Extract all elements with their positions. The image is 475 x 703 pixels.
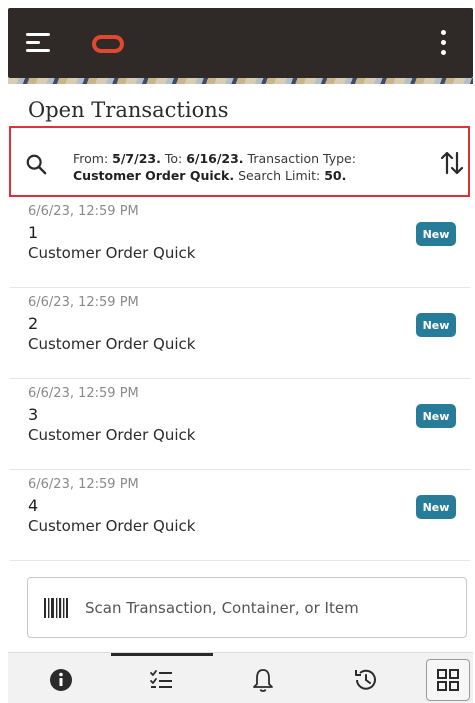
active-tab-indicator (111, 653, 213, 656)
transaction-timestamp: 6/6/23, 12:59 PM (28, 477, 139, 492)
bottom-navigation (8, 652, 473, 703)
type-label: Transaction Type: (247, 151, 356, 166)
transaction-type: Customer Order Quick (28, 335, 196, 353)
transaction-type: Customer Order Quick (28, 426, 196, 444)
from-value: 5/7/23. (112, 151, 161, 166)
to-value: 6/16/23. (186, 151, 244, 166)
transaction-row[interactable]: 6/6/23, 12:59 PM 3 Customer Order Quick … (10, 380, 470, 470)
info-icon[interactable] (46, 665, 76, 695)
scan-placeholder: Scan Transaction, Container, or Item (85, 599, 359, 617)
transaction-number: 3 (28, 405, 39, 424)
status-badge: New (416, 404, 456, 428)
history-icon[interactable] (351, 665, 381, 695)
kebab-menu-icon[interactable] (441, 30, 447, 56)
limit-label: Search Limit: (238, 168, 321, 183)
header-pattern-strip (8, 78, 473, 84)
app-header (8, 8, 473, 78)
grid-menu-button[interactable] (426, 659, 470, 701)
from-label: From: (73, 151, 109, 166)
transaction-timestamp: 6/6/23, 12:59 PM (28, 204, 139, 219)
transaction-number: 4 (28, 496, 39, 515)
scan-input[interactable]: Scan Transaction, Container, or Item (27, 577, 467, 638)
oracle-logo (92, 35, 124, 53)
search-criteria-summary[interactable]: From: 5/7/23. To: 6/16/23. Transaction T… (9, 126, 470, 197)
status-badge: New (416, 222, 456, 246)
transaction-timestamp: 6/6/23, 12:59 PM (28, 386, 139, 401)
limit-value: 50. (324, 168, 347, 183)
page-title: Open Transactions (28, 98, 229, 122)
grid-icon (437, 669, 459, 691)
search-criteria-text: From: 5/7/23. To: 6/16/23. Transaction T… (73, 150, 433, 184)
hamburger-menu-icon[interactable] (26, 33, 50, 53)
to-label: To: (164, 151, 183, 166)
transaction-number: 2 (28, 314, 39, 333)
search-icon (26, 154, 47, 175)
transaction-timestamp: 6/6/23, 12:59 PM (28, 295, 139, 310)
barcode-icon (44, 598, 68, 618)
checklist-icon[interactable] (147, 665, 177, 695)
transaction-row[interactable]: 6/6/23, 12:59 PM 1 Customer Order Quick … (10, 198, 470, 288)
status-badge: New (416, 313, 456, 337)
transaction-number: 1 (28, 223, 39, 242)
transaction-row[interactable]: 6/6/23, 12:59 PM 2 Customer Order Quick … (10, 289, 470, 379)
transaction-type: Customer Order Quick (28, 244, 196, 262)
bell-icon[interactable] (248, 665, 278, 695)
status-badge: New (416, 495, 456, 519)
transaction-row[interactable]: 6/6/23, 12:59 PM 4 Customer Order Quick … (10, 471, 470, 561)
type-value: Customer Order Quick. (73, 168, 235, 183)
transaction-type: Customer Order Quick (28, 517, 196, 535)
sort-icon[interactable] (440, 150, 464, 176)
